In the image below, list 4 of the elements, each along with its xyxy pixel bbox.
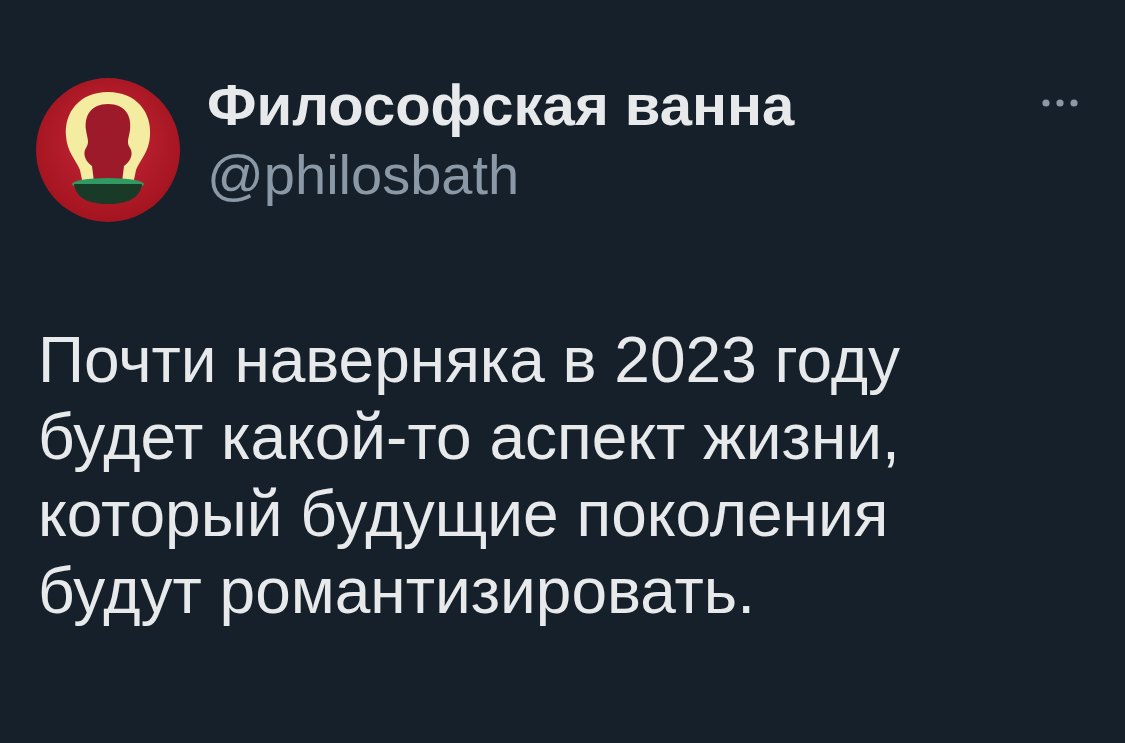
- author-name[interactable]: Философская ванна: [207, 75, 795, 135]
- author-handle[interactable]: @philosbath: [207, 145, 795, 205]
- more-icon[interactable]: [1042, 99, 1078, 107]
- tweet-text: Почти наверняка в 2023 году будет какой-то аспект жизни, который будущие поколения будут романтизировать.: [38, 323, 901, 629]
